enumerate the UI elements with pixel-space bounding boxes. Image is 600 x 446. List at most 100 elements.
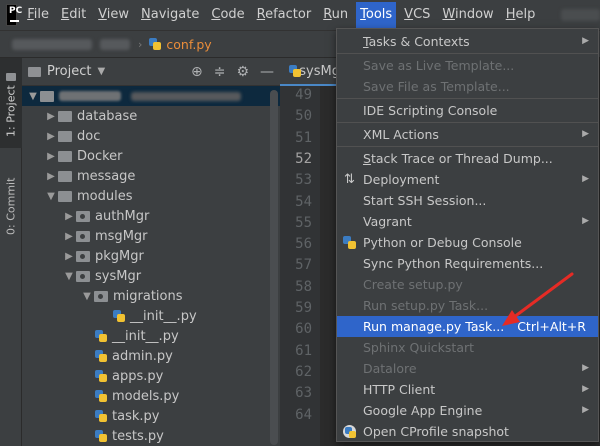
chevron-right-icon[interactable]: ▶ xyxy=(44,171,58,182)
menu-item-label: Vagrant xyxy=(363,214,412,229)
tab-commit[interactable]: 0: Commit xyxy=(0,156,22,256)
tree-node[interactable]: tests.py xyxy=(22,426,280,446)
menu-item-ide-scripting-console[interactable]: IDE Scripting Console xyxy=(337,100,598,121)
menu-edit[interactable]: Edit xyxy=(57,2,90,28)
menu-item-tasks-contexts[interactable]: Tasks & Contexts ▶ xyxy=(337,31,598,52)
menu-item-http-client[interactable]: HTTP Client ▶ xyxy=(337,379,598,400)
menu-items: File Edit View Navigate Code Refactor Run Tools… xyxy=(23,2,543,28)
menu-code[interactable]: Code xyxy=(207,2,248,28)
tree-root-node[interactable]: ▼ xyxy=(22,86,280,106)
menu-file[interactable]: File xyxy=(23,2,53,28)
menu-item-start-ssh-session[interactable]: Start SSH Session... xyxy=(337,190,598,211)
menu-help[interactable]: Help xyxy=(502,2,540,28)
menu-label: iew xyxy=(106,7,130,22)
menu-tools[interactable]: Tools xyxy=(356,2,397,28)
tab-project-label: 1: Project xyxy=(4,85,18,137)
menu-item-run-manage-py-task[interactable]: Run manage.py Task... Ctrl+Alt+R xyxy=(337,316,598,337)
menu-navigate[interactable]: Navigate xyxy=(137,2,203,28)
tree-node[interactable]: __init__.py xyxy=(22,306,280,326)
chevron-right-icon[interactable]: ▶ xyxy=(62,251,76,262)
tree-node-label: Docker xyxy=(77,148,123,164)
tree-node[interactable]: ▶ msgMgr xyxy=(22,226,280,246)
menu-item-open-cprofile-snapshot[interactable]: Open CProfile snapshot xyxy=(337,421,598,442)
root-path-redacted xyxy=(131,91,241,101)
project-view-selector[interactable]: Project xyxy=(47,64,91,79)
tree-node-label: migrations xyxy=(113,288,183,304)
menu-item-label: Datalore xyxy=(363,361,417,376)
tree-node-label: __init__.py xyxy=(112,328,179,344)
menu-separator xyxy=(337,53,598,54)
package-folder-icon xyxy=(76,270,90,282)
folder-icon xyxy=(58,150,72,162)
line-number: 57 xyxy=(295,257,312,274)
chevron-down-icon[interactable]: ▼ xyxy=(97,66,105,77)
breadcrumb-project-redacted[interactable] xyxy=(12,38,92,50)
menu-label: ile xyxy=(33,7,49,22)
breadcrumb-folder-redacted[interactable] xyxy=(100,38,130,50)
collapse-all-icon[interactable]: ≑ xyxy=(214,64,226,80)
hide-panel-icon[interactable]: — xyxy=(260,64,274,80)
tab-project[interactable]: 1: Project xyxy=(0,58,22,148)
menu-mnemonic: R xyxy=(323,7,332,22)
locate-file-icon[interactable]: ⊕ xyxy=(191,64,203,80)
menu-refactor[interactable]: Refactor xyxy=(253,2,316,28)
menu-mnemonic: E xyxy=(60,7,70,22)
chevron-right-icon[interactable]: ▶ xyxy=(44,151,58,162)
submenu-arrow-icon: ▶ xyxy=(582,129,589,139)
tree-node[interactable]: __init__.py xyxy=(22,326,280,346)
menu-vcs[interactable]: VCS xyxy=(400,2,434,28)
project-panel-header: Project ▼ ⊕ ≑ ⚙ — xyxy=(22,58,280,86)
chevron-right-icon[interactable]: ▶ xyxy=(44,131,58,142)
tree-node[interactable]: ▶ Docker xyxy=(22,146,280,166)
menu-window[interactable]: Window xyxy=(438,2,497,28)
tree-node[interactable]: ▼ modules xyxy=(22,186,280,206)
tree-node-label: message xyxy=(77,168,136,184)
tree-node[interactable]: ▶ pkgMgr xyxy=(22,246,280,266)
tree-node[interactable]: apps.py xyxy=(22,366,280,386)
project-scrollbar[interactable] xyxy=(270,90,278,445)
chevron-down-icon[interactable]: ▼ xyxy=(26,91,40,102)
menu-item-deployment[interactable]: ⇅ Deployment ▶ xyxy=(337,169,598,190)
tree-node[interactable]: models.py xyxy=(22,386,280,406)
breadcrumb-separator-icon: › xyxy=(138,37,143,51)
tree-node[interactable]: ▶ message xyxy=(22,166,280,186)
breadcrumb-file[interactable]: conf.py xyxy=(148,37,212,52)
menu-item-google-app-engine[interactable]: Google App Engine ▶ xyxy=(337,400,598,421)
menu-run[interactable]: Run xyxy=(319,2,352,28)
tree-node[interactable]: ▶ authMgr xyxy=(22,206,280,226)
tree-node[interactable]: ▼ migrations xyxy=(22,286,280,306)
tree-node[interactable]: ▶ doc xyxy=(22,126,280,146)
submenu-arrow-icon: ▶ xyxy=(582,405,589,415)
python-file-icon xyxy=(94,369,108,383)
tree-node-label: __init__.py xyxy=(130,308,197,324)
tree-node[interactable]: ▼ sysMgr xyxy=(22,266,280,286)
menu-item-label: HTTP Client xyxy=(363,382,436,397)
tree-node[interactable]: task.py xyxy=(22,406,280,426)
menu-item-label: Open CProfile snapshot xyxy=(363,424,509,439)
chevron-right-icon[interactable]: ▶ xyxy=(62,231,76,242)
menu-item-xml-actions[interactable]: XML Actions ▶ xyxy=(337,124,598,145)
menu-item-label: Start SSH Session... xyxy=(363,193,487,208)
tree-node[interactable]: admin.py xyxy=(22,346,280,366)
editor-tab[interactable]: sysMg xyxy=(280,58,340,86)
menu-item-label: Save File as Template... xyxy=(363,79,510,94)
tree-node[interactable]: ▶ database xyxy=(22,106,280,126)
chevron-right-icon[interactable]: ▶ xyxy=(62,211,76,222)
menu-item-python-or-debug-console[interactable]: Python or Debug Console xyxy=(337,232,598,253)
menu-item-vagrant[interactable]: Vagrant ▶ xyxy=(337,211,598,232)
package-folder-icon xyxy=(76,210,90,222)
chevron-down-icon[interactable]: ▼ xyxy=(44,191,58,202)
menu-view[interactable]: View xyxy=(94,2,133,28)
menu-item-stack-trace-or-thread-dump[interactable]: Stack Trace or Thread Dump... xyxy=(337,148,598,169)
chevron-right-icon[interactable]: ▶ xyxy=(44,111,58,122)
menu-item-sync-python-requirements[interactable]: Sync Python Requirements... xyxy=(337,253,598,274)
gear-icon[interactable]: ⚙ xyxy=(236,64,249,80)
menu-label: dit xyxy=(69,7,87,22)
menu-shortcut: Ctrl+Alt+R xyxy=(517,319,586,334)
chevron-down-icon[interactable]: ▼ xyxy=(80,291,94,302)
tools-menu-dropdown: Tasks & Contexts ▶ Save as Live Template..… xyxy=(336,28,599,442)
chevron-down-icon[interactable]: ▼ xyxy=(62,271,76,282)
line-number: 50 xyxy=(295,108,312,125)
line-number-gutter: 49 50 51 52 53 54 55 56 57 58 59 60 61 62 63 64 xyxy=(280,86,320,446)
menu-mnemonic: V xyxy=(98,7,107,22)
